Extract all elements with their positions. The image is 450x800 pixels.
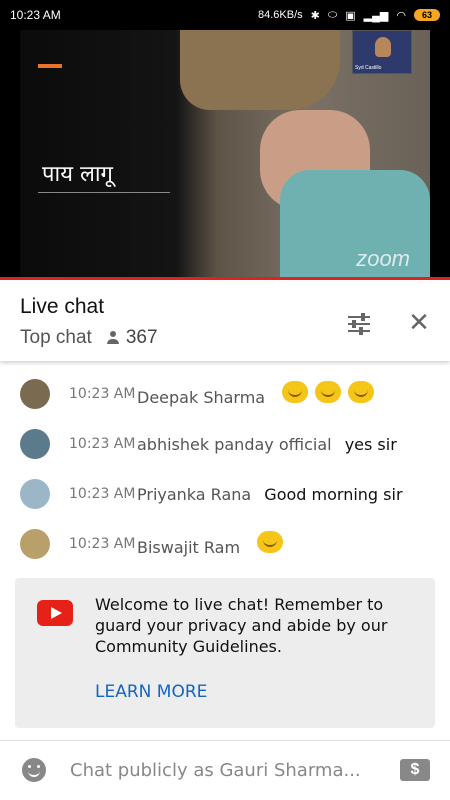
laughing-emoji-icon (315, 381, 342, 403)
slide-underline (38, 192, 170, 193)
status-time: 10:23 AM (10, 8, 61, 22)
emoji-picker-icon[interactable] (22, 758, 46, 782)
message-time: 10:23 AM (69, 536, 136, 552)
laughing-emoji-icon (348, 381, 375, 403)
laughing-emoji-icon (257, 531, 284, 553)
message-time: 10:23 AM (69, 486, 136, 502)
laughing-emoji-icon (282, 381, 309, 403)
battery-icon: 63 (414, 9, 440, 21)
author-name: Deepak Sharma (137, 388, 266, 407)
video-frame: पाय लागू Syd Castillo zoom (20, 30, 430, 280)
close-icon[interactable]: ✕ (408, 309, 430, 335)
toggle-icon: ⬭ (327, 8, 338, 21)
message-text: yes sir (344, 434, 397, 454)
volte-icon: ▣ (345, 9, 356, 22)
chat-title: Live chat (20, 295, 105, 318)
author-name: Biswajit Ram (137, 538, 241, 557)
network-speed: 84.6KB/s (258, 9, 303, 21)
chat-mode-selector[interactable]: Top chat (20, 327, 92, 349)
chat-input-bar: $ (0, 740, 450, 800)
super-chat-icon[interactable]: $ (400, 759, 430, 781)
chat-subheader: Top chat 367 (20, 327, 158, 349)
presenter-thumbnail: Syd Castillo (352, 30, 412, 74)
message-time: 10:23 AM (69, 436, 136, 452)
video-player[interactable]: पाय लागू Syd Castillo zoom (0, 30, 450, 280)
chat-message[interactable]: 10:23 AM Priyanka Rana Good morning sir (0, 472, 450, 516)
person-icon (106, 331, 120, 345)
chat-message[interactable]: 10:23 AM abhishek panday official yes si… (0, 422, 450, 466)
avatar (20, 479, 50, 509)
emoji-group (282, 381, 381, 407)
author-name: Priyanka Rana (137, 484, 252, 504)
bluetooth-icon: ✱ (310, 9, 320, 22)
chat-input[interactable] (70, 755, 370, 785)
presenter-name: Syd Castillo (355, 65, 382, 71)
message-time: 10:23 AM (69, 386, 136, 402)
message-author: Biswajit Ram (137, 531, 290, 557)
wifi-icon: ◠ (396, 9, 406, 22)
status-icons: 84.6KB/s ✱ ⬭ ▣ ▂▄▆ ◠ 63 (258, 9, 440, 22)
slide-accent (38, 64, 62, 68)
viewer-count: 367 (106, 327, 158, 349)
youtube-logo-icon (37, 600, 73, 626)
status-bar: 10:23 AM 84.6KB/s ✱ ⬭ ▣ ▂▄▆ ◠ 63 (0, 0, 450, 30)
message-text: Good morning sir (264, 484, 403, 504)
emoji-group (257, 531, 290, 557)
zoom-watermark: zoom (356, 246, 410, 271)
video-hand (180, 30, 340, 110)
signal-icon: ▂▄▆ (363, 9, 389, 22)
chat-message[interactable]: 10:23 AM Biswajit Ram (0, 522, 450, 566)
filter-settings-icon[interactable] (346, 311, 372, 337)
video-progress-bar[interactable] (0, 277, 450, 280)
presenter-figure (375, 37, 391, 57)
welcome-card: Welcome to live chat! Remember to guard … (15, 578, 435, 728)
chat-header: Live chat Top chat 367 ✕ (0, 283, 450, 361)
message-author: abhishek panday official yes sir (137, 435, 397, 454)
message-author: Priyanka Rana Good morning sir (137, 485, 403, 504)
author-name: abhishek panday official (137, 434, 332, 454)
avatar (20, 529, 50, 559)
slide-title: पाय लागू (42, 162, 113, 187)
chat-message[interactable]: 10:23 AM Deepak Sharma (0, 372, 450, 416)
viewer-count-value: 367 (125, 327, 158, 348)
avatar (20, 429, 50, 459)
learn-more-link[interactable]: LEARN MORE (95, 682, 207, 702)
avatar (20, 379, 50, 409)
message-author: Deepak Sharma (137, 381, 381, 407)
welcome-text: Welcome to live chat! Remember to guard … (95, 595, 388, 656)
